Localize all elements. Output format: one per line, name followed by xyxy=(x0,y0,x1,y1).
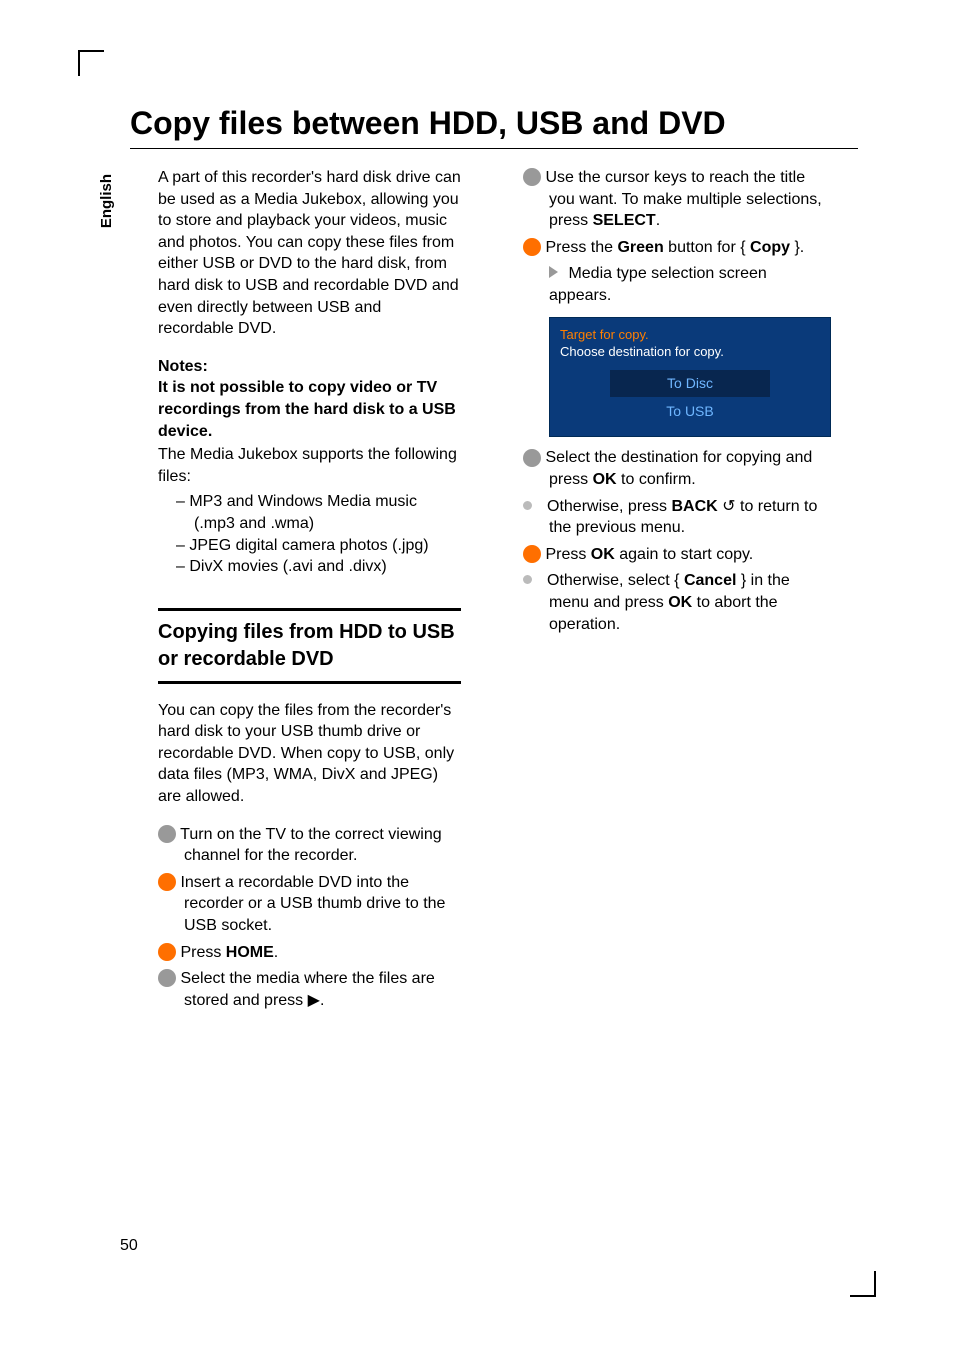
section-rule-bottom xyxy=(158,681,461,684)
ok-label: OK xyxy=(591,546,615,563)
dialog-title: Target for copy. xyxy=(560,326,820,344)
step-number-icon: 5 xyxy=(523,168,541,186)
step-number-icon: 7 xyxy=(523,449,541,467)
step-3: 3 Press HOME. xyxy=(158,942,461,964)
left-column: A part of this recorder's hard disk driv… xyxy=(158,167,461,1016)
section-heading: Copying files from HDD to USB or recorda… xyxy=(158,619,461,673)
step-5: 5 Use the cursor keys to reach the title… xyxy=(523,167,826,232)
supports-text: The Media Jukebox supports the following… xyxy=(158,446,457,485)
ok-label: OK xyxy=(593,471,617,488)
dialog-option-disc[interactable]: To Disc xyxy=(609,369,771,398)
list-item: DivX movies (.avi and .divx) xyxy=(176,556,461,578)
dialog-subtitle: Choose destination for copy. xyxy=(560,343,820,361)
notes-label: Notes: xyxy=(158,358,208,375)
step-6-result: Media type selection screen appears. xyxy=(523,263,826,306)
step-text: Select the media where the files are sto… xyxy=(176,970,435,1009)
step-text: Press the xyxy=(541,239,617,256)
step-number-icon: 4 xyxy=(158,969,176,987)
crop-mark-br xyxy=(850,1271,876,1297)
step-1: 1 Turn on the TV to the correct viewing … xyxy=(158,824,461,867)
step-number-icon: 2 xyxy=(158,873,176,891)
language-tab: English xyxy=(98,174,130,228)
cancel-label: Cancel xyxy=(684,572,736,589)
page-title: Copy files between HDD, USB and DVD xyxy=(130,105,858,149)
crop-mark-tl xyxy=(78,50,104,76)
step-number-icon: 1 xyxy=(158,825,176,843)
right-column: 5 Use the cursor keys to reach the title… xyxy=(523,167,826,1016)
back-label: BACK xyxy=(671,498,717,515)
step-text: again to start copy. xyxy=(615,546,753,563)
step-2: 2 Insert a recordable DVD into the recor… xyxy=(158,872,461,937)
green-label: Green xyxy=(617,239,663,256)
list-item: MP3 and Windows Media music (.mp3 and .w… xyxy=(176,491,461,534)
file-types-list: MP3 and Windows Media music (.mp3 and .w… xyxy=(158,491,461,577)
alt-cancel: Otherwise, select { Cancel } in the menu… xyxy=(523,570,826,635)
step-8: 8 Press OK again to start copy. xyxy=(523,544,826,566)
step-4: 4 Select the media where the files are s… xyxy=(158,968,461,1011)
bullet-icon xyxy=(523,575,532,584)
select-label: SELECT xyxy=(593,212,656,229)
step-text: }. xyxy=(790,239,804,256)
step-text: Otherwise, select { xyxy=(547,572,684,589)
back-icon: ↺ xyxy=(718,498,736,515)
step-text: Turn on the TV to the correct viewing ch… xyxy=(176,826,442,865)
step-text: Otherwise, press xyxy=(547,498,671,515)
alt-back: Otherwise, press BACK ↺ to return to the… xyxy=(523,496,826,539)
step-text: Press xyxy=(541,546,591,563)
step-text: button for { xyxy=(664,239,750,256)
home-label: HOME xyxy=(226,944,274,961)
step-text: Insert a recordable DVD into the recorde… xyxy=(176,874,445,934)
notes-warning: It is not possible to copy video or TV r… xyxy=(158,379,456,439)
step-text: to confirm. xyxy=(617,471,696,488)
step-7: 7 Select the destination for copying and… xyxy=(523,447,826,490)
ok-label: OK xyxy=(668,594,692,611)
section-intro: You can copy the files from the recorder… xyxy=(158,700,461,808)
page-number: 50 xyxy=(120,1237,138,1255)
body-columns: A part of this recorder's hard disk driv… xyxy=(158,167,854,1016)
step-text: Use the cursor keys to reach the title y… xyxy=(541,169,822,229)
step-number-icon: 3 xyxy=(158,943,176,961)
intro-paragraph: A part of this recorder's hard disk driv… xyxy=(158,167,461,340)
dialog-option-usb[interactable]: To USB xyxy=(610,398,770,425)
list-item: JPEG digital camera photos (.jpg) xyxy=(176,535,461,557)
play-icon: ▶ xyxy=(308,992,320,1009)
target-dialog: Target for copy. Choose destination for … xyxy=(549,317,831,438)
step-text: Press xyxy=(176,944,226,961)
step-number-icon: 8 xyxy=(523,545,541,563)
step-6: 6 Press the Green button for { Copy }. xyxy=(523,237,826,259)
step-number-icon: 6 xyxy=(523,238,541,256)
result-text: Media type selection screen appears. xyxy=(549,265,767,304)
arrow-icon xyxy=(549,266,558,278)
section-rule-top xyxy=(158,608,461,611)
bullet-icon xyxy=(523,501,532,510)
copy-label: Copy xyxy=(750,239,790,256)
notes-block: Notes: It is not possible to copy video … xyxy=(158,356,461,442)
document-page: English Copy files between HDD, USB and … xyxy=(0,0,954,1347)
